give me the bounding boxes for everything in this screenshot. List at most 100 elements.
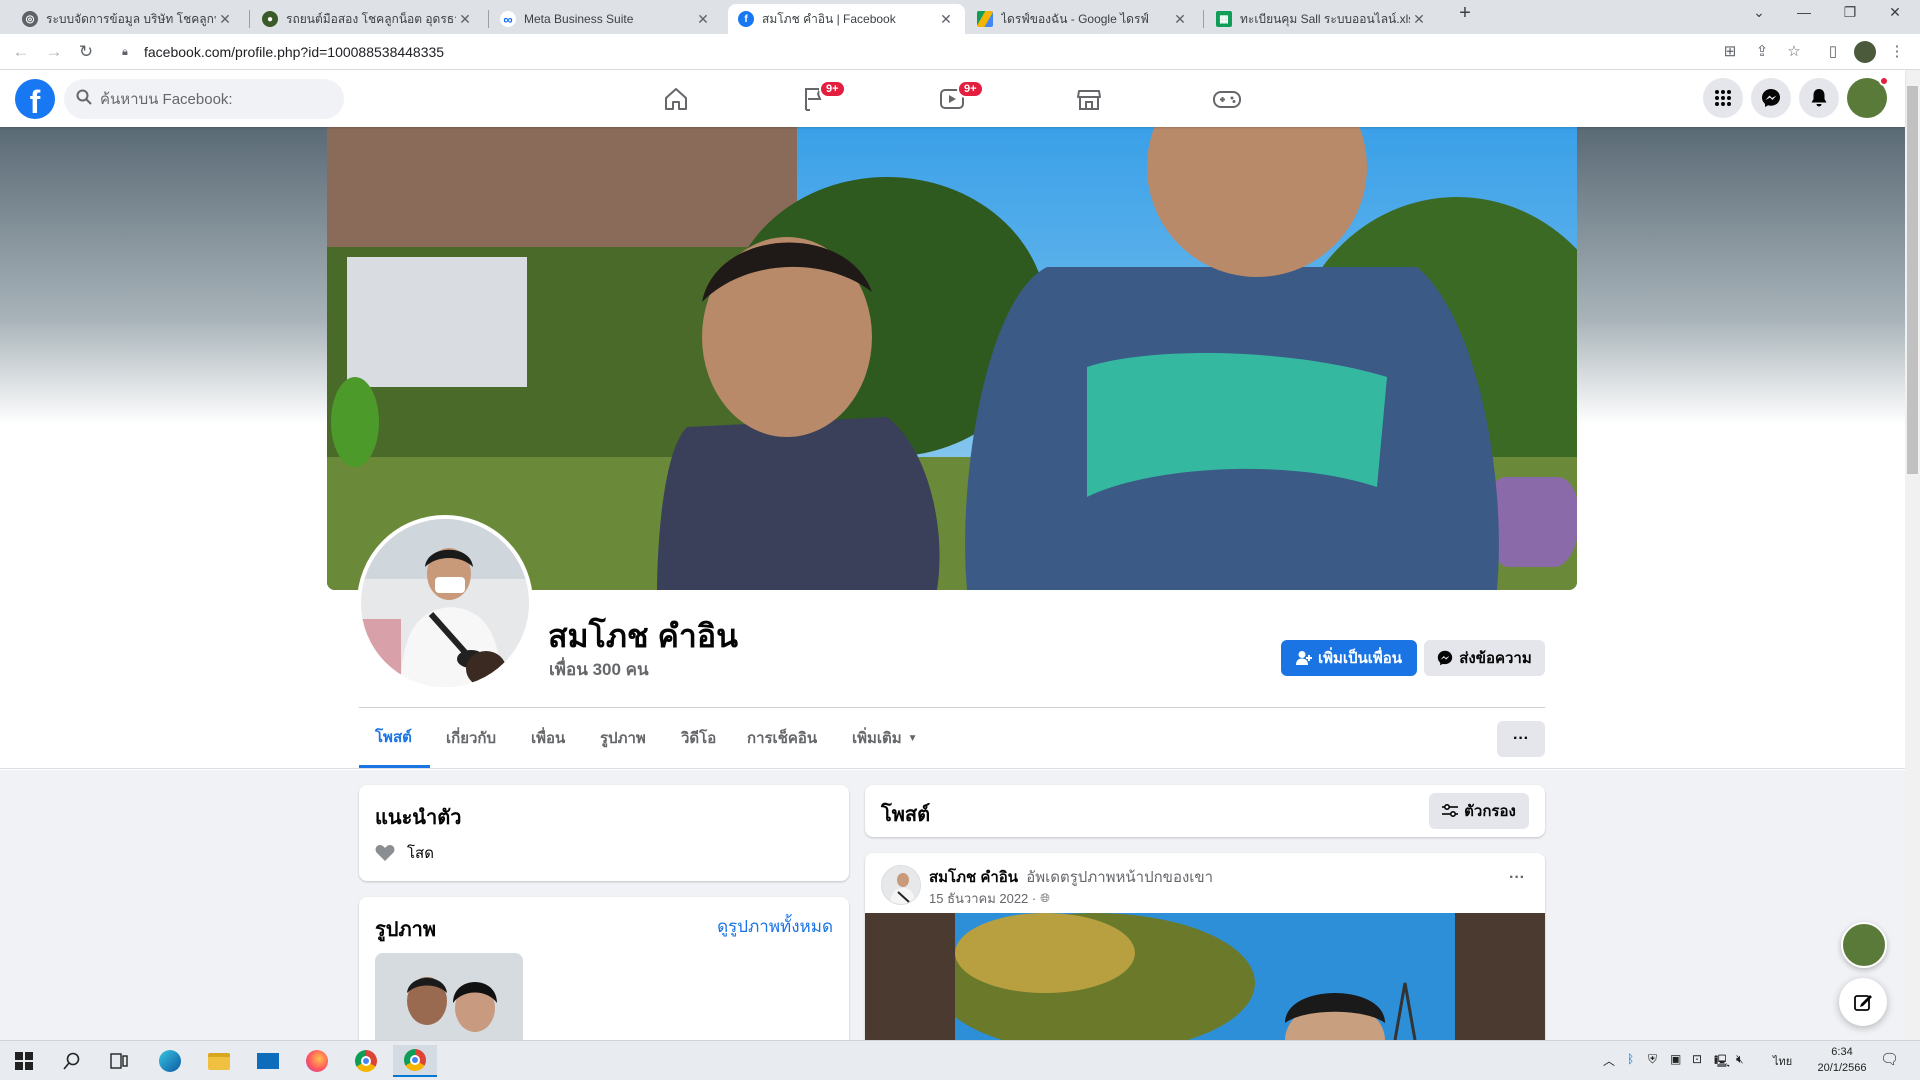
- close-window-icon[interactable]: ✕: [1875, 4, 1915, 21]
- profile-avatar[interactable]: [357, 515, 533, 691]
- browser-tab[interactable]: ● รถยนต์มือสอง โชคลูกน็อต อุดรธานี ✕: [252, 4, 484, 34]
- notifications-button[interactable]: [1799, 78, 1839, 118]
- nav-home-button[interactable]: [621, 74, 731, 124]
- contact-chat-head[interactable]: [1841, 922, 1887, 968]
- new-tab-button[interactable]: +: [1445, 2, 1485, 25]
- edge-icon[interactable]: [148, 1045, 192, 1077]
- notification-center-icon[interactable]: 🗨︎: [1880, 1050, 1899, 1068]
- bookmark-star-icon[interactable]: ☆: [1783, 42, 1805, 60]
- post-menu-button[interactable]: ···: [1509, 869, 1525, 887]
- tab-search-icon[interactable]: ⌄: [1739, 4, 1779, 21]
- close-icon[interactable]: ✕: [1410, 11, 1428, 28]
- messenger-button[interactable]: [1751, 78, 1791, 118]
- address-bar[interactable]: 🔒︎ facebook.com/profile.php?id=100088538…: [114, 39, 1674, 65]
- input-language[interactable]: ไทย: [1773, 1052, 1792, 1070]
- intro-title: แนะนำตัว: [375, 807, 462, 829]
- profile-more-button[interactable]: ···: [1497, 721, 1545, 757]
- posts-title: โพสต์: [881, 804, 931, 826]
- tab-photos[interactable]: รูปภาพ: [584, 708, 662, 768]
- nav-watch-button[interactable]: 9+: [897, 74, 1007, 124]
- new-message-button[interactable]: [1839, 978, 1887, 1026]
- see-all-photos-link[interactable]: ดูรูปภาพทั้งหมด: [717, 913, 833, 940]
- tab-title: รถยนต์มือสอง โชคลูกน็อต อุดรธานี: [286, 11, 456, 26]
- close-icon[interactable]: ✕: [1171, 11, 1189, 28]
- forward-icon[interactable]: →: [43, 42, 65, 62]
- tab-label: วิดีโอ: [681, 730, 717, 747]
- nav-marketplace-button[interactable]: [1034, 74, 1144, 124]
- browser-tab-active[interactable]: f สมโภช คำอิน | Facebook ✕: [728, 4, 965, 34]
- tab-videos[interactable]: วิดีโอ: [665, 708, 732, 768]
- close-icon[interactable]: ✕: [456, 11, 474, 28]
- tab-about[interactable]: เกี่ยวกับ: [430, 708, 512, 768]
- tab-title: ไดรฟ์ของฉัน - Google ไดรฟ์: [1001, 11, 1149, 26]
- browser-toolbar: ← → ↻ 🔒︎ facebook.com/profile.php?id=100…: [0, 34, 1920, 70]
- back-icon[interactable]: ←: [10, 42, 32, 62]
- photo-thumbnail[interactable]: [375, 953, 523, 1045]
- browser-tab[interactable]: ไดรฟ์ของฉัน - Google ไดรฟ์ ✕: [967, 4, 1199, 34]
- account-avatar[interactable]: [1847, 76, 1889, 118]
- divider: [0, 768, 1905, 769]
- close-icon[interactable]: ✕: [694, 11, 712, 28]
- tab-checkins[interactable]: การเช็คอิน: [731, 708, 833, 768]
- file-explorer-icon[interactable]: [197, 1045, 241, 1077]
- reload-icon[interactable]: ↻: [75, 42, 97, 62]
- browser-tab[interactable]: ∞ Meta Business Suite ✕: [490, 4, 722, 34]
- tab-posts[interactable]: โพสต์: [359, 708, 430, 768]
- lock-icon: 🔒︎: [122, 45, 128, 58]
- tab-friends[interactable]: เพื่อน: [515, 708, 581, 768]
- clock-time: 6:34: [1831, 1046, 1853, 1058]
- volume-muted-icon[interactable]: 🔇︎: [1736, 1052, 1744, 1067]
- nav-groups-button[interactable]: 9+: [759, 74, 869, 124]
- sheets-icon: ▦: [1216, 11, 1232, 27]
- windows-start-icon[interactable]: [2, 1045, 46, 1077]
- scrollbar-thumb[interactable]: [1907, 86, 1918, 474]
- close-icon[interactable]: ✕: [937, 11, 955, 28]
- network-icon[interactable]: 🖳︎: [1714, 1052, 1730, 1073]
- tab-label: โพสต์: [375, 728, 412, 746]
- chrome-menu-icon[interactable]: ⋮: [1886, 42, 1908, 60]
- clock[interactable]: 6:34 20/1/2566: [1810, 1044, 1874, 1076]
- browser-tab[interactable]: ▦ ทะเบียนคุม Sall ระบบออนไลน์.xlsx - G ✕: [1206, 4, 1438, 34]
- side-panel-icon[interactable]: ▯: [1822, 42, 1844, 60]
- add-friend-label: เพิ่มเป็นเพื่อน: [1317, 650, 1403, 667]
- post-author-avatar[interactable]: [881, 865, 921, 905]
- grid-icon: [1715, 90, 1731, 106]
- send-message-button[interactable]: ส่งข้อความ: [1424, 640, 1545, 676]
- tab-label: เพิ่มเติม: [852, 730, 902, 747]
- search-icon[interactable]: [50, 1045, 94, 1077]
- url-text: facebook.com/profile.php?id=100088538448…: [144, 44, 445, 60]
- bluetooth-icon[interactable]: ᛒ: [1627, 1052, 1634, 1066]
- tab-more[interactable]: เพิ่มเติม ▼: [836, 708, 934, 768]
- add-friend-button[interactable]: เพิ่มเป็นเพื่อน: [1281, 640, 1417, 676]
- friend-count[interactable]: เพื่อน 300 คน: [549, 656, 649, 683]
- chrome-active-window-icon[interactable]: [393, 1045, 437, 1077]
- firefox-icon[interactable]: [295, 1045, 339, 1077]
- browser-tab[interactable]: ◎ ระบบจัดการข้อมูล บริษัท โชคลูกน็อต ✕: [12, 4, 244, 34]
- facebook-search-input[interactable]: ค้นหาบน Facebook:: [64, 79, 344, 119]
- tray-app-icon[interactable]: ▣: [1670, 1052, 1681, 1066]
- photos-title: รูปภาพ: [375, 919, 437, 941]
- filter-button[interactable]: ตัวกรอง: [1429, 793, 1529, 829]
- display-icon[interactable]: ⊡: [1692, 1052, 1702, 1066]
- translate-icon[interactable]: ⊞: [1719, 42, 1741, 60]
- task-view-icon[interactable]: [97, 1045, 141, 1077]
- close-icon[interactable]: ✕: [216, 11, 234, 28]
- mail-icon[interactable]: [246, 1045, 290, 1077]
- facebook-logo[interactable]: f: [15, 79, 55, 119]
- post-image[interactable]: [955, 913, 1455, 1040]
- minimize-icon[interactable]: —: [1784, 4, 1824, 20]
- menu-grid-button[interactable]: [1703, 78, 1743, 118]
- nav-gaming-button[interactable]: [1172, 74, 1282, 124]
- clock-date: 20/1/2566: [1817, 1062, 1867, 1074]
- share-icon[interactable]: ⇪: [1751, 42, 1773, 60]
- post-author-name[interactable]: สมโภช คำอิน: [929, 869, 1018, 886]
- restore-icon[interactable]: ❐: [1830, 4, 1870, 21]
- tray-chevron-icon[interactable]: ︿: [1603, 1052, 1615, 1069]
- notification-badge: 9+: [819, 80, 846, 98]
- chrome-profile-avatar[interactable]: [1854, 41, 1876, 63]
- post-date[interactable]: 15 ธันวาคม 2022 ·: [929, 888, 1036, 909]
- security-shield-icon[interactable]: ⛨: [1648, 1052, 1657, 1067]
- chrome-icon[interactable]: [344, 1045, 388, 1077]
- cover-photo[interactable]: [327, 127, 1577, 590]
- drive-icon: [977, 11, 993, 27]
